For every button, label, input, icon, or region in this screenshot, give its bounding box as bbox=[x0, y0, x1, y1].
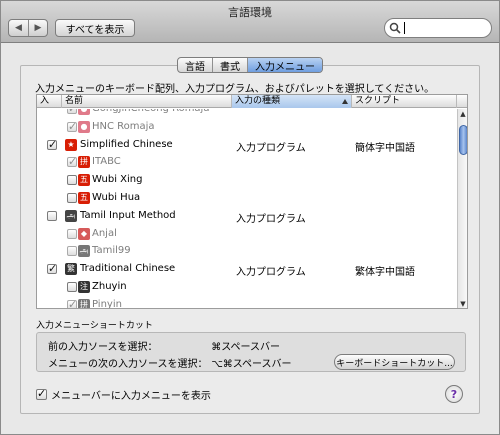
source-name: HNC Romaja bbox=[92, 120, 155, 132]
shortcut-label: 前の入力ソースを選択： bbox=[48, 342, 158, 353]
table-row[interactable]: ●GongJinCheong Romaja bbox=[37, 109, 457, 119]
shortcuts-box: 前の入力ソースを選択： ⌘スペースバー メニューの次の入力ソースを選択： ⌥⌘ス… bbox=[36, 332, 466, 372]
forward-button[interactable]: ▶ bbox=[27, 20, 47, 36]
source-name: Wubi Hua bbox=[92, 191, 141, 203]
pinyin-icon: 拼 bbox=[78, 298, 90, 309]
source-kind: 入力プログラム bbox=[236, 267, 306, 279]
shortcut-label: メニューの次の入力ソースを選択： bbox=[48, 359, 208, 370]
keyboard-shortcuts-button[interactable]: キーボードショートカット... bbox=[334, 354, 455, 370]
table-row[interactable]: ★Simplified Chinese 入力プログラム 簡体字中国語 bbox=[37, 137, 457, 155]
vertical-scrollbar[interactable]: ▲ ▼ bbox=[457, 109, 467, 308]
enable-checkbox[interactable] bbox=[67, 298, 77, 308]
show-input-menu-checkbox[interactable] bbox=[36, 387, 47, 400]
help-button[interactable]: ? bbox=[445, 385, 463, 403]
enable-checkbox[interactable] bbox=[47, 138, 57, 151]
scrollbar-thumb[interactable] bbox=[459, 125, 467, 155]
source-name: Anjal bbox=[92, 227, 117, 239]
preferences-window: 言語環境 ◀ ▶ すべてを表示 言語 書式 入力メニュー 入力メニューのキーボー… bbox=[0, 0, 500, 435]
table-row[interactable]: 五 Wubi Hua bbox=[37, 190, 457, 208]
source-kind: 入力プログラム bbox=[236, 213, 306, 225]
table-row[interactable]: 繁Traditional Chinese 入力プログラム 繁体字中国語 bbox=[37, 261, 457, 279]
itabc-icon: 拼 bbox=[78, 156, 90, 169]
column-header-name[interactable]: 名前 bbox=[62, 95, 232, 108]
source-name: Pinyin bbox=[92, 298, 122, 309]
enable-checkbox[interactable] bbox=[67, 228, 77, 239]
table-row[interactable]: ●HNC Romaja bbox=[37, 119, 457, 137]
source-name: ITABC bbox=[92, 156, 121, 168]
shortcut-row-previous: 前の入力ソースを選択： ⌘スペースバー bbox=[48, 338, 280, 353]
source-kind: 入力プログラム bbox=[236, 142, 306, 154]
table-row[interactable]: 拼ITABC bbox=[37, 154, 457, 172]
source-script: 簡体字中国語 bbox=[355, 142, 415, 154]
enable-checkbox[interactable] bbox=[47, 262, 57, 275]
tamil-icon: அ bbox=[65, 209, 77, 222]
table-row[interactable]: 五 Wubi Xing bbox=[37, 172, 457, 190]
sort-ascending-icon bbox=[342, 99, 348, 104]
source-name: Wubi Xing bbox=[92, 174, 143, 186]
tamil99-icon: அ bbox=[78, 245, 90, 258]
search-icon bbox=[389, 22, 401, 34]
wubi-hua-icon: 五 bbox=[78, 191, 90, 204]
wubi-xing-icon: 五 bbox=[78, 174, 90, 187]
enable-checkbox[interactable] bbox=[67, 109, 77, 115]
column-header-kind[interactable]: 入力の種類 bbox=[232, 95, 352, 108]
source-name: Zhuyin bbox=[92, 280, 127, 292]
tab-language[interactable]: 言語 bbox=[178, 58, 212, 73]
text-cursor bbox=[404, 22, 405, 34]
table-row[interactable]: அ Tamil Input Method 入力プログラム bbox=[37, 208, 457, 226]
enable-checkbox[interactable] bbox=[67, 246, 77, 257]
shortcut-key: ⌥⌘スペースバー bbox=[211, 359, 292, 370]
column-header-script[interactable]: スクリプト bbox=[352, 95, 457, 108]
column-header-on[interactable]: 入 bbox=[37, 95, 62, 108]
navigation-segment: ◀ ▶ bbox=[8, 19, 48, 37]
show-input-menu-option[interactable]: メニューバーに入力メニューを表示 bbox=[36, 387, 211, 402]
tab-bar: 言語 書式 入力メニュー bbox=[177, 57, 323, 73]
column-header-kind-label: 入力の種類 bbox=[235, 96, 281, 106]
table-row[interactable]: 拼Pinyin bbox=[37, 297, 457, 309]
scroll-up-arrow-icon[interactable]: ▲ bbox=[458, 109, 467, 119]
source-name: Tamil Input Method bbox=[80, 209, 176, 221]
source-script: 繁体字中国語 bbox=[355, 267, 415, 279]
enable-checkbox[interactable] bbox=[67, 281, 77, 292]
shortcut-key: ⌘スペースバー bbox=[211, 342, 280, 353]
enable-checkbox[interactable] bbox=[47, 210, 57, 221]
source-name: Traditional Chinese bbox=[80, 263, 176, 275]
search-field[interactable] bbox=[384, 18, 492, 38]
toolbar: 言語環境 ◀ ▶ すべてを表示 bbox=[1, 1, 499, 43]
table-row[interactable]: அ Tamil99 bbox=[37, 243, 457, 261]
tab-formats[interactable]: 書式 bbox=[212, 58, 247, 72]
shortcuts-section-title: 入力メニューショートカット bbox=[36, 321, 153, 331]
china-flag-icon: ★ bbox=[65, 138, 77, 151]
source-name: Simplified Chinese bbox=[80, 138, 173, 150]
panel-description: 入力メニューのキーボード配列、入力プログラム、およびパレットを選択してください。 bbox=[35, 84, 435, 95]
show-all-button[interactable]: すべてを表示 bbox=[55, 19, 135, 37]
gongjin-icon: ● bbox=[78, 109, 90, 115]
tab-input-menu[interactable]: 入力メニュー bbox=[247, 58, 322, 72]
enable-checkbox[interactable] bbox=[67, 120, 77, 133]
enable-checkbox[interactable] bbox=[67, 192, 77, 203]
source-name: GongJinCheong Romaja bbox=[92, 109, 209, 114]
input-sources-table: 入 名前 入力の種類 スクリプト ●GongJinCheong Romaja●H… bbox=[36, 94, 468, 309]
traditional-chinese-icon: 繁 bbox=[65, 263, 77, 276]
zhuyin-icon: 注 bbox=[78, 280, 90, 293]
table-row[interactable]: ◆ Anjal bbox=[37, 226, 457, 244]
hnc-icon: ● bbox=[78, 120, 90, 133]
anjal-icon: ◆ bbox=[78, 227, 90, 240]
table-rows: ●GongJinCheong Romaja●HNC Romaja★Simplif… bbox=[37, 109, 457, 309]
table-row[interactable]: 注 Zhuyin bbox=[37, 279, 457, 297]
table-body: ●GongJinCheong Romaja●HNC Romaja★Simplif… bbox=[37, 109, 457, 309]
source-name: Tamil99 bbox=[92, 245, 131, 257]
table-header: 入 名前 入力の種類 スクリプト bbox=[37, 95, 467, 108]
scroll-down-arrow-icon[interactable]: ▼ bbox=[458, 299, 467, 308]
back-button[interactable]: ◀ bbox=[9, 20, 28, 36]
show-input-menu-label: メニューバーに入力メニューを表示 bbox=[51, 391, 211, 402]
enable-checkbox[interactable] bbox=[67, 175, 77, 186]
shortcut-row-next: メニューの次の入力ソースを選択： ⌥⌘スペースバー bbox=[48, 355, 292, 370]
enable-checkbox[interactable] bbox=[67, 155, 77, 168]
